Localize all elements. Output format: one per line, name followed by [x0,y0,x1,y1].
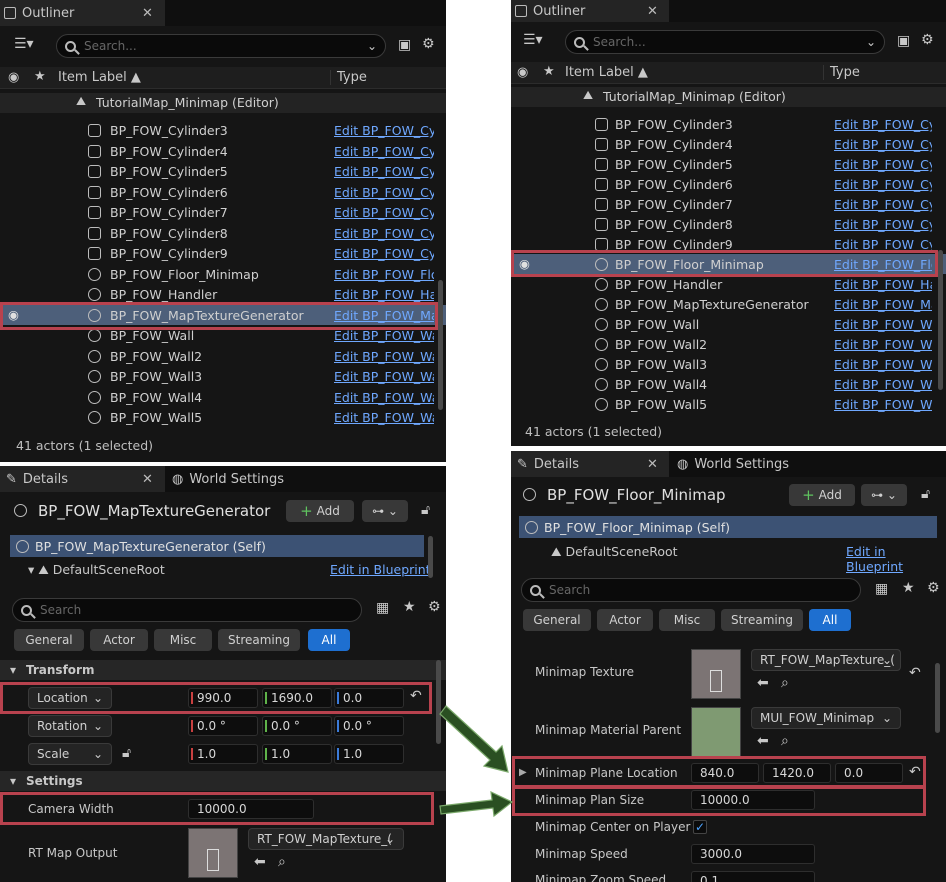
arrow-location-to-plane-location [439,705,514,818]
arrow-down-right [439,705,509,773]
arrow-right [439,790,514,818]
